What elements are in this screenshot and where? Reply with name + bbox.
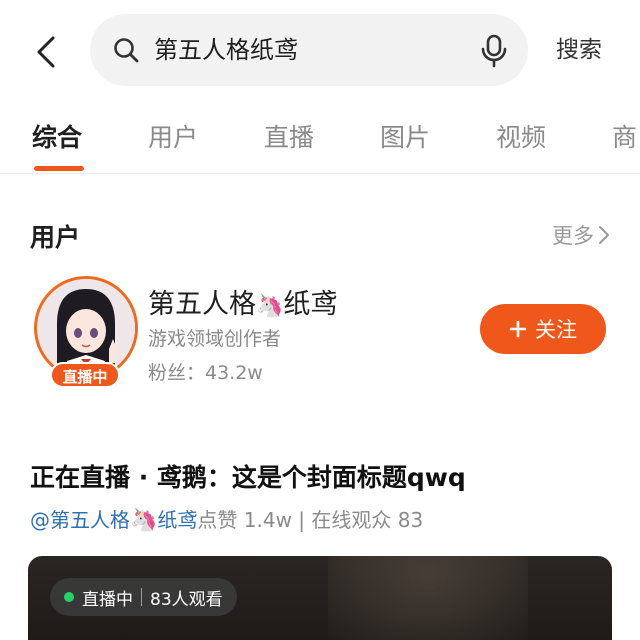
live-stats: 点赞 1.4w | 在线观众 83 bbox=[197, 508, 424, 532]
live-status-chip: 直播中 83人观看 bbox=[50, 578, 237, 616]
chip-divider bbox=[141, 588, 142, 606]
live-chip-status: 直播中 bbox=[82, 589, 133, 610]
unicorn-icon: 🦄 bbox=[130, 508, 158, 533]
result-tabs: 综合 用户 直播 图片 视频 商 bbox=[0, 108, 640, 174]
tab-shop[interactable]: 商 bbox=[612, 118, 637, 154]
back-button[interactable] bbox=[28, 30, 64, 74]
microphone-icon[interactable] bbox=[478, 34, 510, 68]
live-dot-icon bbox=[64, 592, 74, 602]
follow-button[interactable]: 关注 bbox=[480, 304, 606, 354]
live-stream-title[interactable]: 正在直播 · 鸢鹅：这是个封面标题qwq bbox=[30, 458, 466, 494]
follow-label: 关注 bbox=[535, 318, 577, 342]
unicorn-icon: 🦄 bbox=[256, 294, 284, 319]
search-icon bbox=[114, 38, 139, 63]
tab-videos[interactable]: 视频 bbox=[496, 118, 546, 154]
live-stream-meta: @第五人格🦄纸鸢点赞 1.4w | 在线观众 83 bbox=[30, 504, 423, 533]
more-users-link[interactable]: 更多 bbox=[552, 220, 610, 250]
chevron-left-icon bbox=[37, 36, 55, 68]
live-chip-viewers: 83人观看 bbox=[150, 589, 223, 610]
plus-icon bbox=[509, 320, 527, 338]
users-section-title: 用户 bbox=[30, 223, 81, 252]
user-name-prefix: 第五人格 bbox=[148, 289, 256, 320]
user-result-card[interactable]: 直播中 第五人格🦄纸鸢 游戏领域创作者 粉丝：43.2w 关注 bbox=[30, 272, 610, 392]
user-avatar[interactable]: 直播中 bbox=[34, 276, 138, 388]
user-name-suffix: 纸鸢 bbox=[283, 289, 338, 320]
avatar-live-badge: 直播中 bbox=[50, 362, 120, 388]
live-stream-cover[interactable]: 直播中 83人观看 bbox=[28, 556, 612, 640]
user-name[interactable]: 第五人格🦄纸鸢 bbox=[148, 282, 337, 321]
search-button[interactable]: 搜索 bbox=[556, 30, 602, 70]
author-suffix: 纸鸢 bbox=[157, 508, 198, 532]
search-bar[interactable]: 第五人格纸鸢 bbox=[90, 14, 528, 86]
search-input[interactable]: 第五人格纸鸢 bbox=[154, 14, 454, 86]
tab-live[interactable]: 直播 bbox=[264, 118, 314, 154]
tab-images[interactable]: 图片 bbox=[380, 118, 430, 154]
more-label: 更多 bbox=[552, 224, 594, 248]
search-header: 第五人格纸鸢 搜索 bbox=[0, 0, 640, 100]
cover-image-background bbox=[328, 556, 528, 640]
active-tab-indicator bbox=[34, 166, 84, 171]
tab-all[interactable]: 综合 bbox=[32, 118, 82, 154]
live-author-link[interactable]: @第五人格🦄纸鸢 bbox=[30, 508, 198, 533]
chevron-right-icon bbox=[599, 226, 609, 244]
user-fans-count: 粉丝：43.2w bbox=[148, 362, 263, 384]
tab-users[interactable]: 用户 bbox=[148, 118, 198, 154]
user-category: 游戏领域创作者 bbox=[148, 328, 282, 350]
author-prefix: @第五人格 bbox=[30, 508, 130, 532]
